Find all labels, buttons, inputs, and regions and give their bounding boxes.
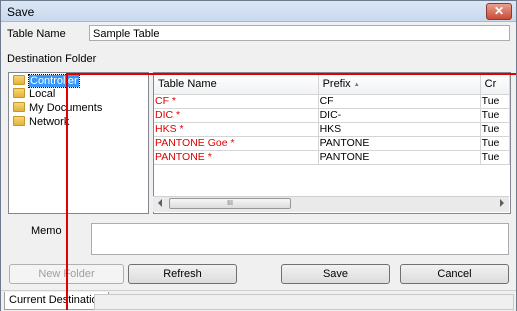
scrollbar-grip-icon: III — [227, 200, 233, 207]
cell-prefix: PANTONE — [318, 136, 481, 151]
table-row[interactable]: PANTONE * PANTONE Tue — [154, 150, 510, 165]
cell-table-name: HKS * — [154, 122, 319, 137]
tree-item-label: Controller — [28, 74, 80, 88]
scroll-right-arrow-icon[interactable] — [500, 199, 504, 207]
refresh-button[interactable]: Refresh — [128, 264, 237, 284]
column-header-label: Prefix — [322, 77, 351, 90]
folder-icon — [13, 88, 25, 98]
scrollbar-thumb[interactable]: III — [169, 198, 291, 209]
save-dialog: Save ✕ Table Name Sample Table Destinati… — [0, 0, 517, 311]
table-name-label: Table Name — [7, 28, 66, 40]
memo-label: Memo — [31, 225, 62, 237]
cell-created: Tue — [480, 122, 510, 137]
cancel-button[interactable]: Cancel — [400, 264, 509, 284]
table-row[interactable]: HKS * HKS Tue — [154, 122, 510, 137]
tables-grid[interactable]: Table Name Prefix ▲ Cr CF * CF Tue DIC *… — [153, 72, 511, 214]
dialog-body: Table Name Sample Table Destination Fold… — [1, 22, 516, 311]
title-bar[interactable]: Save ✕ — [1, 1, 516, 22]
cell-table-name: PANTONE Goe * — [154, 136, 319, 151]
column-header-label: Cr — [484, 77, 497, 90]
table-row[interactable]: CF * CF Tue — [154, 94, 510, 109]
column-header-created[interactable]: Cr — [480, 73, 510, 95]
cell-prefix: PANTONE — [318, 150, 481, 165]
annotation-horizontal-line — [66, 73, 516, 75]
tree-item-label: Network — [29, 116, 70, 128]
horizontal-scrollbar[interactable]: III — [153, 196, 509, 212]
cell-prefix: CF — [318, 94, 481, 109]
folder-icon — [13, 116, 25, 126]
folder-tree[interactable]: Controller Local My Documents Network — [8, 72, 149, 214]
tree-item-my-documents[interactable]: My Documents — [13, 102, 102, 115]
save-button[interactable]: Save — [281, 264, 390, 284]
cell-table-name: PANTONE * — [154, 150, 319, 165]
close-icon: ✕ — [493, 4, 505, 18]
annotation-vertical-line — [66, 74, 68, 310]
cell-table-name: CF * — [154, 94, 319, 109]
column-header-table-name[interactable]: Table Name — [154, 73, 319, 95]
tree-item-local[interactable]: Local — [13, 88, 55, 101]
folder-icon — [13, 75, 25, 85]
cell-created: Tue — [480, 150, 510, 165]
table-row[interactable]: PANTONE Goe * PANTONE Tue — [154, 136, 510, 151]
window-title: Save — [7, 5, 35, 19]
cell-prefix: DIC- — [318, 108, 481, 123]
cell-table-name: DIC * — [154, 108, 319, 123]
status-bar: Current Destination — [1, 290, 516, 311]
tree-item-network[interactable]: Network — [13, 116, 69, 129]
column-header-label: Table Name — [158, 77, 217, 90]
column-header-prefix[interactable]: Prefix ▲ — [318, 73, 481, 95]
sort-ascending-icon: ▲ — [353, 81, 360, 88]
table-name-input[interactable]: Sample Table — [89, 25, 510, 41]
folder-icon — [13, 102, 25, 112]
memo-input[interactable] — [91, 223, 509, 255]
cell-created: Tue — [480, 94, 510, 109]
cell-created: Tue — [480, 108, 510, 123]
scroll-left-arrow-icon[interactable] — [158, 199, 162, 207]
current-destination-value — [94, 294, 514, 310]
tree-item-controller[interactable]: Controller — [13, 74, 80, 88]
tree-item-label: Local — [29, 88, 56, 100]
close-button[interactable]: ✕ — [486, 3, 512, 20]
cell-created: Tue — [480, 136, 510, 151]
cell-prefix: HKS — [318, 122, 481, 137]
table-row[interactable]: DIC * DIC- Tue — [154, 108, 510, 123]
destination-folder-label: Destination Folder — [7, 53, 97, 65]
